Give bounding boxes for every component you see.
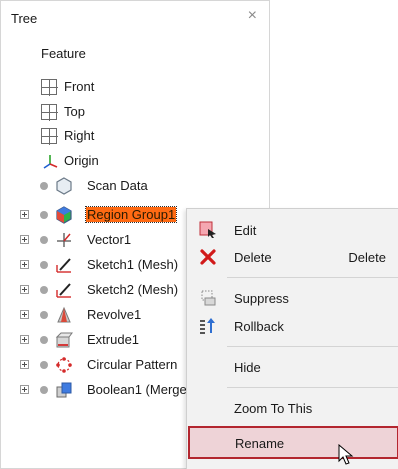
expand-icon[interactable] [20, 310, 29, 319]
tree-item-label: Origin [64, 153, 99, 168]
delete-icon [200, 249, 216, 265]
expand-icon[interactable] [20, 360, 29, 369]
vector-icon [57, 233, 71, 247]
menu-item-label: Zoom To This [234, 401, 313, 416]
menu-item-label: Rename [235, 436, 285, 451]
expand-icon[interactable] [20, 210, 29, 219]
tree-item-label: Sketch1 (Mesh) [87, 257, 179, 272]
expand-icon[interactable] [20, 235, 29, 244]
menu-item-zoom-to-this[interactable]: Zoom To This [187, 395, 398, 421]
menu-separator [227, 346, 398, 347]
tree-item-label: Right [64, 128, 95, 143]
plane-icon [41, 128, 58, 145]
menu-item-suppress[interactable]: Suppress [187, 285, 398, 311]
sketch-icon [56, 283, 71, 298]
feature-column-header[interactable]: Feature [41, 46, 86, 61]
boolean-icon [56, 382, 72, 398]
suppress-icon [201, 290, 216, 306]
tree-item-scan-data[interactable]: Scan Data [1, 174, 269, 198]
expand-icon[interactable] [20, 385, 29, 394]
tree-item-label: Scan Data [87, 178, 148, 193]
visibility-dot[interactable] [40, 261, 48, 269]
tree-item-front[interactable]: Front [1, 75, 269, 99]
menu-item-label: Delete [234, 250, 272, 265]
visibility-dot[interactable] [40, 182, 48, 190]
visibility-dot[interactable] [40, 236, 48, 244]
plane-icon [41, 104, 58, 121]
tree-item-origin[interactable]: Origin [1, 149, 269, 173]
menu-item-label: Suppress [234, 291, 289, 306]
mouse-pointer-icon [338, 444, 354, 465]
visibility-dot[interactable] [40, 336, 48, 344]
panel-header: Tree × [1, 1, 269, 35]
menu-item-label: Rollback [234, 319, 284, 334]
menu-item-delete[interactable]: Delete Delete [187, 244, 398, 270]
tree-item-label: Revolve1 [87, 307, 142, 322]
circular-pattern-icon [56, 357, 72, 373]
close-icon[interactable]: × [248, 8, 257, 24]
expand-icon[interactable] [20, 260, 29, 269]
visibility-dot[interactable] [40, 311, 48, 319]
visibility-dot[interactable] [40, 361, 48, 369]
tree-item-label: Vector1 [87, 232, 132, 247]
expand-icon[interactable] [20, 285, 29, 294]
menu-item-edit[interactable]: Edit [187, 217, 398, 243]
rollback-icon [200, 318, 215, 334]
tree-item-label: Top [64, 104, 85, 119]
tree-item-label: Sketch2 (Mesh) [87, 282, 179, 297]
menu-item-rollback[interactable]: Rollback [187, 313, 398, 339]
visibility-dot[interactable] [40, 286, 48, 294]
expand-icon[interactable] [20, 335, 29, 344]
menu-item-shortcut: Delete [348, 250, 386, 265]
tree-item-label: Front [64, 79, 95, 94]
menu-item-rename[interactable]: Rename [188, 426, 398, 459]
sketch-icon [56, 258, 71, 273]
origin-axes-icon [43, 155, 58, 169]
menu-item-label: Hide [234, 360, 261, 375]
edit-icon [199, 221, 216, 238]
scan-data-icon [56, 177, 72, 195]
tree-item-label: Region Group1 [84, 206, 178, 223]
region-group-icon [56, 206, 72, 224]
visibility-dot[interactable] [40, 211, 48, 219]
tree-item-right[interactable]: Right [1, 124, 269, 148]
tree-item-label: Circular Pattern [87, 357, 178, 372]
menu-item-hide[interactable]: Hide [187, 354, 398, 380]
visibility-dot[interactable] [40, 386, 48, 394]
plane-icon [41, 79, 58, 96]
menu-separator [227, 387, 398, 388]
panel-title: Tree [11, 11, 38, 26]
extrude-icon [55, 332, 73, 348]
menu-separator [227, 277, 398, 278]
tree-item-label: Boolean1 (Merge) [87, 382, 192, 397]
revolve-icon [57, 306, 71, 323]
tree-item-label: Extrude1 [87, 332, 140, 347]
menu-item-label: Edit [234, 223, 257, 238]
context-menu: Edit Delete Delete Suppress Rollback Hid… [186, 208, 398, 469]
tree-item-top[interactable]: Top [1, 100, 269, 124]
